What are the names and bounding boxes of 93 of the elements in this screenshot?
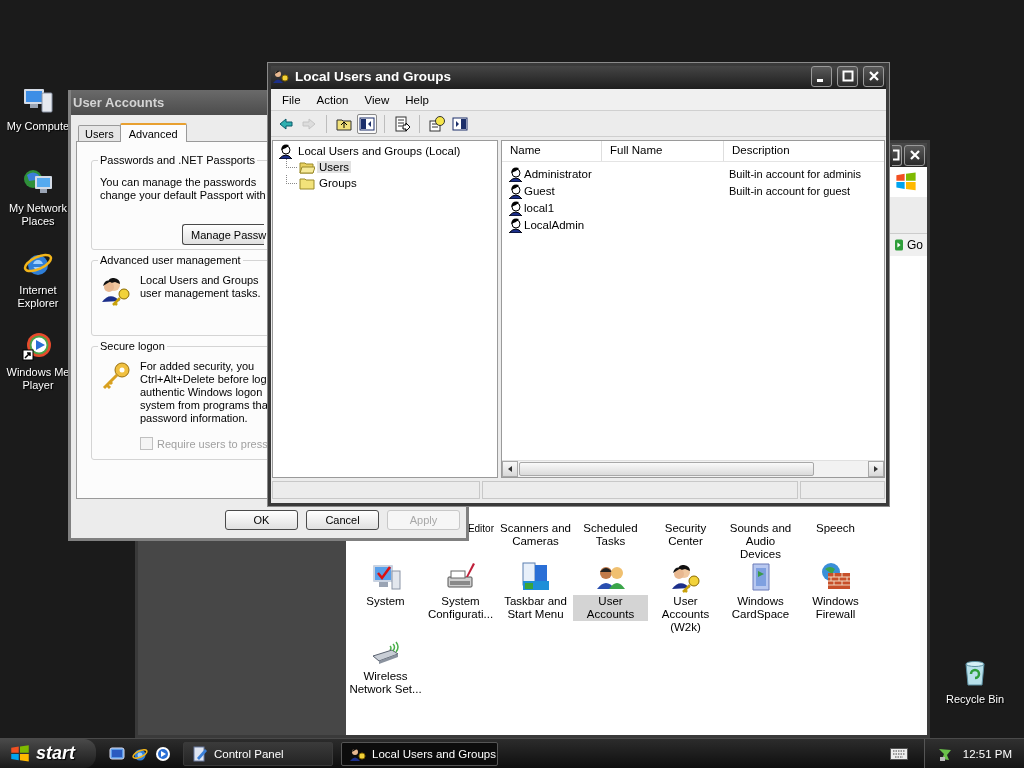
- folder-icon: [299, 175, 315, 191]
- control-panel-item-label[interactable]: Scheduled Tasks: [573, 522, 648, 548]
- description-text: You can manage the passwords: [100, 176, 258, 189]
- description-text: password information.: [140, 412, 249, 425]
- group-title: Secure logon: [100, 340, 165, 352]
- menu-item[interactable]: Action: [309, 91, 356, 108]
- column-header[interactable]: Name: [502, 141, 602, 161]
- tree-item[interactable]: Groups: [317, 177, 359, 189]
- close-button[interactable]: [904, 144, 925, 166]
- tab[interactable]: Advanced: [119, 123, 187, 142]
- column-header[interactable]: Description: [724, 141, 884, 161]
- control-panel-icon: [192, 745, 208, 762]
- export-list-button[interactable]: [392, 113, 412, 134]
- table-cell: Built-in account for guest: [729, 184, 851, 197]
- windows-logo-icon: [10, 743, 30, 764]
- user-icon: [507, 165, 523, 182]
- tree-pane-button[interactable]: [357, 113, 377, 134]
- close-icon: [908, 149, 921, 161]
- control-panel-item-label[interactable]: Windows CardSpace: [723, 595, 798, 621]
- control-panel-item-label[interactable]: User Accounts (W2k): [648, 595, 723, 634]
- user-name[interactable]: local1: [524, 201, 555, 214]
- user-icon: [507, 182, 523, 199]
- manage-passwords-button[interactable]: Manage Passw: [182, 224, 264, 245]
- description-text: Ctrl+Alt+Delete before log: [140, 373, 268, 386]
- tree-pane-icon: [359, 115, 375, 132]
- open-folder-icon: [299, 159, 315, 175]
- dialog-button[interactable]: OK: [225, 510, 298, 530]
- scroll-right-icon: [872, 465, 880, 473]
- column-header[interactable]: Full Name: [602, 141, 724, 161]
- user-name[interactable]: LocalAdmin: [524, 218, 585, 231]
- control-panel-item-label[interactable]: System: [365, 595, 406, 608]
- description-text: Local Users and Groups: [140, 274, 260, 287]
- desktop-icon-label[interactable]: Recycle Bin: [938, 693, 1012, 706]
- help-icon: [429, 115, 445, 132]
- taskbar-icon[interactable]: [519, 561, 552, 593]
- user-name[interactable]: Administrator: [524, 167, 592, 180]
- control-panel-item-label[interactable]: Wireless Network Set...: [348, 670, 423, 696]
- description-text: For added security, you: [140, 360, 256, 373]
- menu-item[interactable]: Help: [398, 91, 436, 108]
- control-panel-item-label[interactable]: Speech: [815, 522, 856, 535]
- media-player-icon[interactable]: [22, 330, 54, 362]
- export-list-icon: [394, 115, 410, 132]
- taskbar-button[interactable]: Control Panel: [183, 741, 333, 766]
- description-text: authentic Windows logon: [140, 386, 264, 399]
- action-pane-icon: [452, 115, 468, 132]
- window-title: Local Users and Groups: [295, 68, 452, 84]
- desktop-icon[interactable]: [109, 745, 125, 762]
- control-panel-item-label[interactable]: Editor: [466, 522, 495, 535]
- description-text: change your default Passport with: [100, 189, 266, 202]
- maximize-icon: [841, 70, 854, 82]
- control-panel-item-label[interactable]: Scanners and Cameras: [498, 522, 573, 548]
- clock: 12:51 PM: [962, 747, 1012, 760]
- taskbar-button[interactable]: Local Users and Groups: [341, 741, 498, 766]
- go-button[interactable]: Go: [895, 237, 927, 253]
- maximize-button[interactable]: [892, 144, 902, 166]
- windows-logo-icon: [895, 171, 917, 193]
- menu-item[interactable]: View: [357, 91, 397, 108]
- control-panel-item-label[interactable]: User Accounts: [573, 595, 648, 621]
- users-icon: [273, 68, 289, 84]
- keyboard-icon[interactable]: [889, 747, 908, 760]
- maximize-button[interactable]: [837, 66, 858, 87]
- scroll-left-icon: [506, 465, 514, 473]
- control-panel-item-label[interactable]: Taskbar and Start Menu: [498, 595, 573, 621]
- minimize-button[interactable]: [811, 66, 832, 87]
- user-name[interactable]: Guest: [524, 184, 555, 197]
- start-button[interactable]: start: [0, 739, 96, 768]
- key-icon: [100, 360, 132, 392]
- close-button[interactable]: [863, 66, 884, 87]
- tree-item[interactable]: Local Users and Groups (Local): [296, 145, 463, 157]
- back-icon: [278, 115, 294, 132]
- media-player-icon[interactable]: [155, 745, 171, 762]
- control-panel-item-label[interactable]: Security Center: [648, 522, 723, 548]
- group-title: Passwords and .NET Passports: [100, 154, 256, 166]
- control-panel-item-label[interactable]: Windows Firewall: [798, 595, 873, 621]
- description-text: system from programs tha: [140, 399, 268, 412]
- table-cell: Built-in account for adminis: [729, 167, 862, 180]
- scrollbar[interactable]: [502, 460, 884, 477]
- window-title: User Accounts: [73, 95, 165, 110]
- dialog-button[interactable]: Cancel: [306, 510, 379, 530]
- group-title: Advanced user management: [100, 254, 241, 266]
- description-text: user management tasks.: [140, 287, 261, 300]
- user-icon: [507, 199, 523, 216]
- control-panel-item-label[interactable]: System Configurati...: [423, 595, 498, 621]
- tree-item[interactable]: Users: [317, 161, 352, 173]
- checkbox-label: Require users to press: [157, 437, 268, 450]
- control-panel-item-label[interactable]: Sounds and Audio Devices: [723, 522, 798, 561]
- menu-item[interactable]: File: [275, 91, 308, 108]
- close-icon: [867, 70, 880, 82]
- help-button[interactable]: [427, 113, 447, 134]
- user-icon: [277, 143, 293, 159]
- maximize-icon: [893, 149, 900, 161]
- user-icon: [507, 216, 523, 233]
- minimize-icon: [816, 78, 823, 82]
